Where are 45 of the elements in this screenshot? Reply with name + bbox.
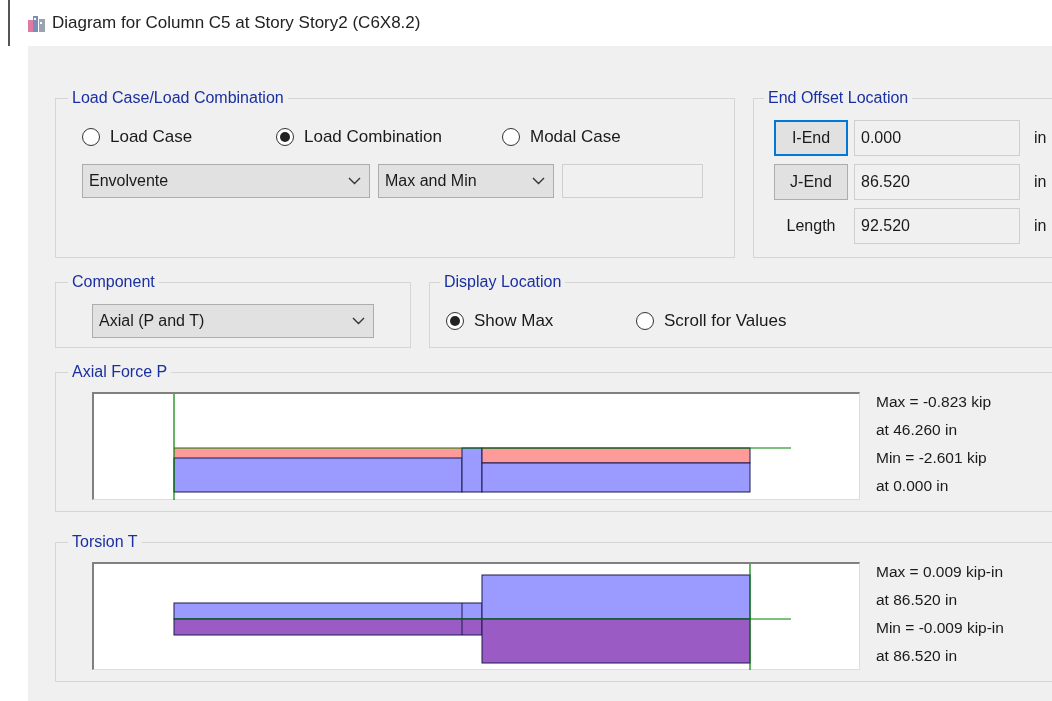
result-text: Min = -0.009 kip-in	[876, 618, 1004, 638]
radio-label: Load Case	[110, 126, 193, 148]
offset-button[interactable]: I-End	[774, 120, 848, 156]
result-text: at 0.000 in	[876, 476, 950, 496]
dropdown-value: Max and Min	[385, 170, 477, 191]
unit-label: in	[1034, 172, 1047, 192]
offset-button[interactable]: J-End	[774, 164, 848, 200]
component-dropdown[interactable]: Axial (P and T)	[92, 304, 374, 338]
unit-label: in	[1034, 216, 1047, 236]
group-title: Axial Force P	[71, 362, 169, 382]
group-title: Torsion T	[71, 532, 139, 552]
value-field[interactable]: 92.520	[854, 208, 1020, 244]
text-field[interactable]	[562, 163, 703, 198]
group-title: Load Case/Load Combination	[71, 88, 285, 108]
group-title: Component	[71, 272, 156, 292]
field-label: Length	[785, 216, 837, 236]
radio-button[interactable]	[636, 311, 654, 330]
window-title: Diagram for Column C5 at Story Story2 (C6X8.2)	[52, 12, 421, 35]
app-icon	[28, 14, 46, 32]
value-field[interactable]: 0.000	[854, 120, 1020, 156]
result-text: Max = 0.009 kip-in	[876, 562, 1004, 582]
value-field[interactable]: 86.520	[854, 164, 1020, 200]
radio-label: Modal Case	[530, 126, 621, 148]
result-text: at 46.260 in	[876, 420, 958, 440]
result-text: Max = -0.823 kip	[876, 392, 992, 412]
radio-label: Load Combination	[304, 126, 442, 148]
group-title: Display Location	[443, 272, 563, 292]
result-text: at 86.520 in	[876, 590, 958, 610]
dropdown-value: Axial (P and T)	[99, 311, 205, 331]
chevron-down-icon	[348, 176, 361, 185]
chevron-down-icon	[532, 176, 545, 185]
radio-label: Show Max	[474, 310, 554, 332]
result-text: at 86.520 in	[876, 646, 958, 666]
combination-dropdown[interactable]: Envolvente	[82, 163, 370, 198]
radio-button[interactable]	[502, 127, 520, 146]
result-text: Min = -2.601 kip	[876, 448, 988, 468]
group-title: End Offset Location	[767, 88, 910, 108]
chevron-down-icon	[352, 317, 365, 325]
radio-button[interactable]	[446, 311, 464, 330]
unit-label: in	[1034, 128, 1047, 148]
radio-button[interactable]	[82, 127, 100, 146]
radio-label: Scroll for Values	[664, 310, 787, 332]
radio-button[interactable]	[276, 127, 294, 146]
type-dropdown[interactable]: Max and Min	[378, 163, 554, 198]
dropdown-value: Envolvente	[89, 170, 169, 191]
